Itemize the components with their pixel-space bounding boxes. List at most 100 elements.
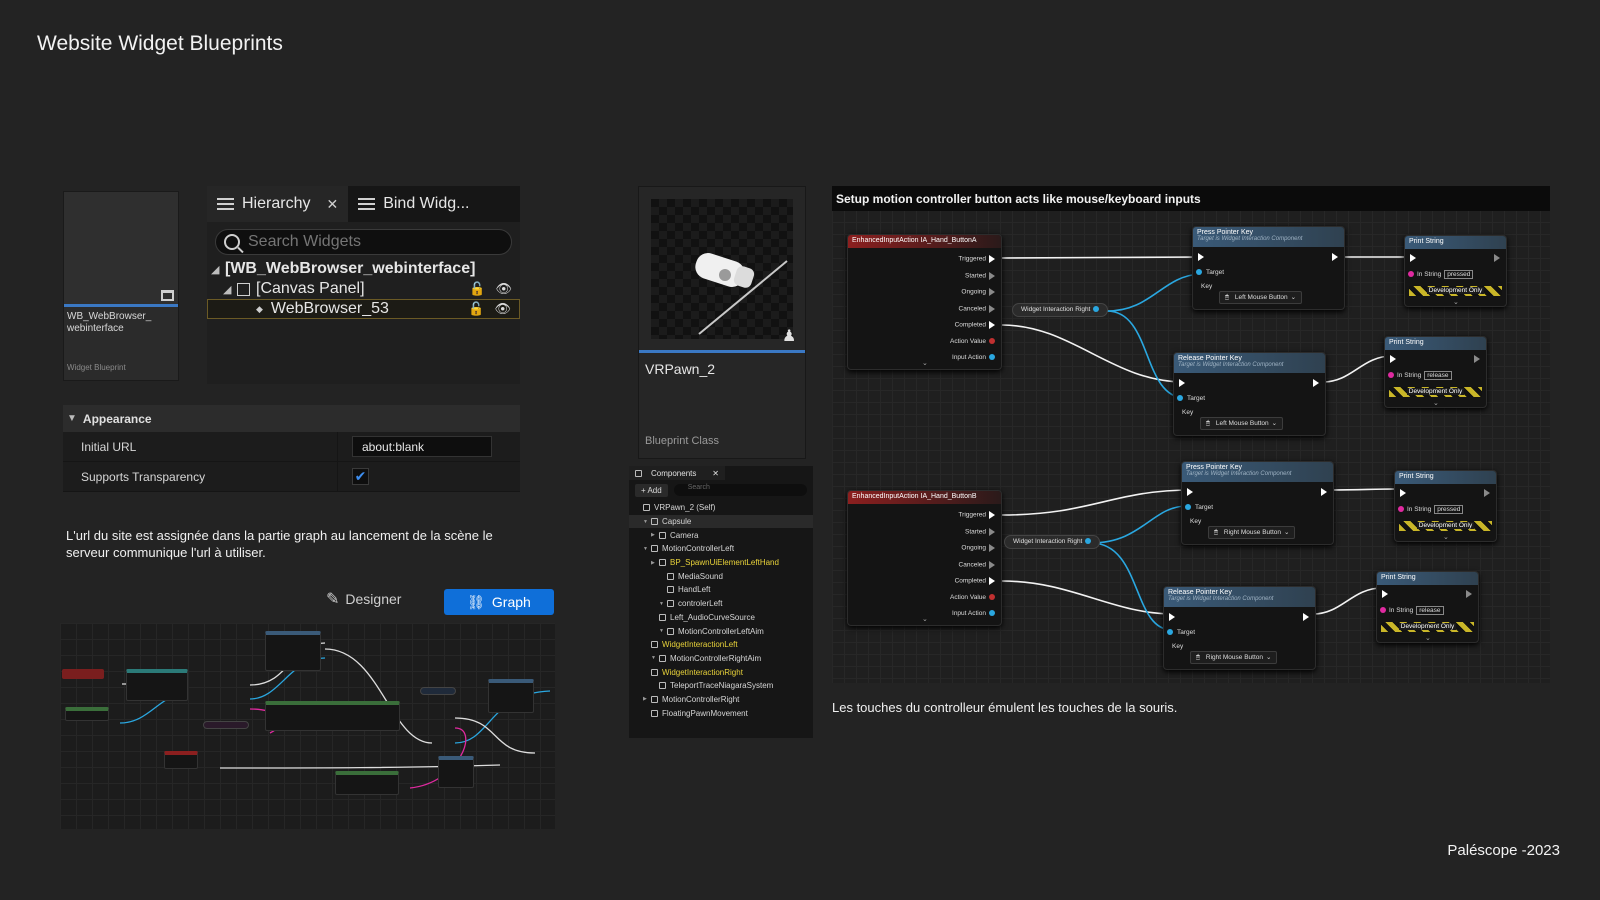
exec-pin-icon[interactable] [989,577,995,585]
component-item[interactable]: Left_AudioCurveSource [629,611,813,625]
chevron-down-icon[interactable]: ⌄ [1284,529,1289,536]
search-widgets-input[interactable] [248,233,488,251]
blueprint-event-graph[interactable]: Setup motion controller button acts like… [832,186,1550,683]
component-item[interactable]: ▼ controlerLeft [629,597,813,611]
vrpawn-asset-card[interactable]: ♟ VRPawn_2 Blueprint Class [638,186,806,459]
event-output-pin[interactable]: Triggered [958,255,995,263]
components-search-input[interactable]: Search [673,484,807,496]
component-item[interactable]: WidgetInteractionLeft [629,638,813,652]
expand-arrow-icon[interactable]: ▶ [651,532,659,538]
expand-arrow-icon[interactable]: ▼ [643,519,651,525]
exec-in-pin-icon[interactable] [1400,489,1406,497]
getter-output-pin-icon[interactable] [1085,538,1092,545]
target-pin[interactable]: Target [1182,504,1213,511]
exec-out-pin-icon[interactable] [1321,488,1327,496]
collapse-arrow-icon[interactable]: ◢ [211,263,225,276]
tab-components[interactable]: Components ✕ [629,466,725,480]
get-node[interactable] [65,707,109,721]
widget-interaction-getter[interactable]: Widget Interaction Right [1004,535,1101,549]
chevron-down-icon[interactable]: ⌄ [1291,294,1296,301]
pointer-key-node[interactable]: Press Pointer Key Target is Widget Intera… [1181,461,1334,545]
cast-node[interactable] [126,669,188,701]
expand-arrow-icon[interactable]: ▼ [643,546,651,552]
expand-arrow-icon[interactable]: ▶ [643,696,651,702]
expand-chevron-icon[interactable]: ⌄ [1425,634,1431,642]
component-item[interactable]: MediaSound [629,569,813,583]
append-node[interactable] [265,701,400,731]
expand-arrow-icon[interactable]: ▼ [651,655,659,661]
print-string-node[interactable]: Print String In String pressed Development … [1394,470,1497,542]
web-browser-getter-node[interactable] [420,687,456,695]
component-item[interactable]: ▶ BP_SpawnUiElementLeftHand [629,556,813,570]
close-icon[interactable]: ✕ [326,196,338,213]
component-item[interactable]: ▶ Camera [629,528,813,542]
widget-blueprint-asset-card[interactable]: WB_WebBrowser_ webinterface Widget Bluep… [63,191,179,381]
tree-row-canvas-panel[interactable]: ◢ [Canvas Panel] 🔓 👁 [207,279,520,299]
exec-in-pin-icon[interactable] [1382,590,1388,598]
target-pin-icon[interactable] [1196,269,1202,276]
target-pin-icon[interactable] [1167,629,1173,636]
exec-pin-icon[interactable] [989,511,995,519]
exec-pin-icon[interactable] [989,288,995,296]
string-pin-icon[interactable] [1398,506,1404,513]
exec-pin-icon[interactable] [989,527,995,536]
data-pin-icon[interactable] [989,337,995,344]
exec-in-pin-icon[interactable] [1187,488,1193,496]
close-icon[interactable]: ✕ [712,469,719,478]
expand-chevron-icon[interactable]: ⌄ [1433,399,1439,407]
widget-interaction-getter[interactable]: Widget Interaction Right [1012,303,1109,317]
changed-event-node[interactable] [164,751,198,769]
tree-row-root[interactable]: ◢ [WB_WebBrowser_webinterface] [207,259,520,279]
exec-in-pin-icon[interactable] [1410,254,1416,262]
component-item[interactable]: WidgetInteractionRight [629,665,813,679]
event-output-pin[interactable]: Canceled [959,560,995,569]
initial-url-input[interactable] [352,436,492,457]
string-pin-icon[interactable] [1380,607,1386,614]
expand-arrow-icon[interactable]: ▼ [659,628,667,634]
in-string-pin[interactable]: In String release [1385,371,1452,380]
component-item[interactable]: HandLeft [629,583,813,597]
input-action-event-node[interactable]: EnhancedInputAction IA_Hand_ButtonA Trigg… [847,234,1002,370]
component-item[interactable]: ▼ Capsule [629,514,813,529]
designer-mode-button[interactable]: ✎ Designer [326,589,401,609]
exec-pin-icon[interactable] [989,304,995,313]
expand-chevron-icon[interactable]: ⌄ [1453,298,1459,306]
tab-hierarchy[interactable]: Hierarchy ✕ [207,186,349,222]
add-component-button[interactable]: + Add [635,484,668,497]
exec-out-pin-icon[interactable] [1474,355,1480,363]
chevron-down-icon[interactable]: ⌄ [1272,420,1277,427]
exec-out-pin-icon[interactable] [1466,590,1472,598]
exec-pin-icon[interactable] [989,544,995,552]
expand-chevron-icon[interactable]: ⌄ [1443,533,1449,541]
in-string-pin[interactable]: In String release [1377,606,1444,615]
exec-out-pin-icon[interactable] [1332,253,1338,261]
print-string-node[interactable] [438,756,474,788]
tab-bind-widgets[interactable]: Bind Widg... [348,186,479,222]
component-item[interactable]: ▼ MotionControllerLeftAim [629,624,813,638]
exec-in-pin-icon[interactable] [1390,355,1396,363]
event-output-pin[interactable]: Action Value [950,338,995,345]
expand-chevron-icon[interactable]: ⌄ [922,615,928,623]
supports-transparency-checkbox[interactable]: ✔ [352,468,369,485]
target-pin-icon[interactable] [1185,504,1191,511]
expand-arrow-icon[interactable]: ▶ [651,560,659,566]
chevron-down-icon[interactable]: ⌄ [1266,654,1271,661]
event-construct-node[interactable] [62,669,104,679]
component-item[interactable]: ▼ MotionControllerRightAim [629,652,813,666]
key-dropdown[interactable]: 🖱 Left Mouse Button ⌄ [1200,417,1284,430]
in-string-value[interactable]: release [1416,606,1444,615]
exec-pin-icon[interactable] [989,271,995,280]
in-string-value[interactable]: pressed [1434,505,1464,514]
in-string-value[interactable]: pressed [1444,270,1474,279]
target-pin[interactable]: Target [1193,269,1224,276]
event-output-pin[interactable]: Canceled [959,304,995,313]
visibility-eye-icon[interactable]: 👁 [494,301,511,317]
append-node-2[interactable] [335,771,399,795]
bind-event-node[interactable] [265,631,321,671]
component-item[interactable]: ▼ MotionControllerLeft [629,542,813,556]
visibility-eye-icon[interactable]: 👁 [495,281,512,297]
data-pin-icon[interactable] [989,593,995,600]
lock-icon[interactable]: 🔓 [468,301,484,317]
pointer-key-node[interactable]: Release Pointer Key Target is Widget Inte… [1173,352,1326,436]
component-item[interactable]: FloatingPawnMovement [629,706,813,720]
